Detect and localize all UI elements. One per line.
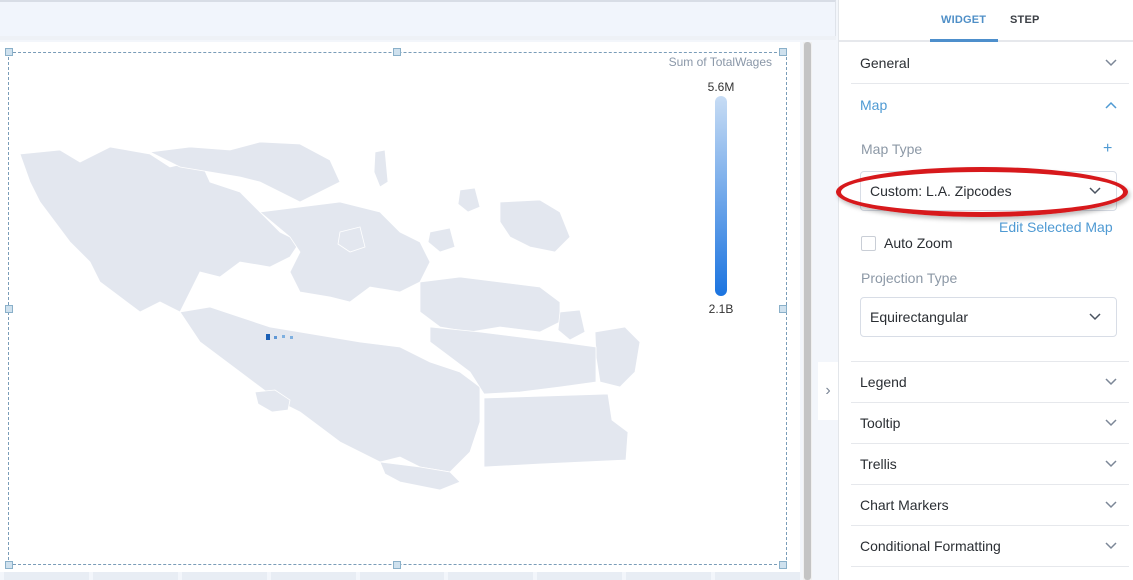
canvas-top-divider <box>0 36 836 40</box>
chevron-down-icon <box>1105 540 1117 552</box>
legend-color-scale <box>715 96 727 296</box>
chevron-down-icon <box>1089 185 1101 197</box>
legend-title: Sum of TotalWages <box>668 55 772 69</box>
panel-tabs: WIDGET STEP <box>839 0 1133 42</box>
map-type-select[interactable]: Custom: L.A. Zipcodes <box>860 171 1117 211</box>
resize-handle-top-center[interactable] <box>393 48 401 56</box>
auto-zoom-checkbox[interactable] <box>861 236 876 251</box>
map-type-value: Custom: L.A. Zipcodes <box>870 183 1012 199</box>
section-label: Chart Markers <box>860 497 949 513</box>
section-tooltip[interactable]: Tooltip <box>851 403 1129 444</box>
legend-min-label: 2.1B <box>708 302 734 316</box>
section-conditional-formatting[interactable]: Conditional Formatting <box>851 526 1129 567</box>
chevron-up-icon <box>1105 99 1117 111</box>
resize-handle-bottom-left[interactable] <box>5 561 13 569</box>
projection-type-select[interactable]: Equirectangular <box>860 297 1117 337</box>
chevron-down-icon <box>1089 311 1101 323</box>
scrollbar-thumb[interactable] <box>804 42 811 580</box>
collapse-panel-button[interactable]: › <box>818 362 838 420</box>
section-label: Tooltip <box>860 415 901 431</box>
map-type-label: Map Type <box>861 141 923 157</box>
resize-handle-top-left[interactable] <box>5 48 13 56</box>
chevron-right-icon: › <box>825 382 831 399</box>
tab-step[interactable]: STEP <box>1010 14 1040 26</box>
app-root: Sum of TotalWages 5.6M 2.1B › WIDGET STE… <box>0 0 1133 580</box>
section-general[interactable]: General <box>851 43 1129 84</box>
canvas-scrollbar[interactable] <box>803 42 812 580</box>
section-map[interactable]: Map <box>851 84 1129 125</box>
edit-selected-map-link[interactable]: Edit Selected Map <box>999 219 1113 235</box>
section-label: Legend <box>860 374 907 390</box>
canvas-top-strip <box>0 0 836 36</box>
chevron-down-icon <box>1105 57 1117 69</box>
resize-handle-middle-left[interactable] <box>5 305 13 313</box>
resize-handle-bottom-center[interactable] <box>393 561 401 569</box>
section-label: Trellis <box>860 456 897 472</box>
chevron-down-icon <box>1105 458 1117 470</box>
canvas-bottom-tiles <box>0 572 801 580</box>
legend-max-label: 5.6M <box>707 80 735 94</box>
section-legend[interactable]: Legend <box>851 362 1129 403</box>
active-tab-indicator <box>930 39 998 42</box>
auto-zoom-label[interactable]: Auto Zoom <box>884 235 952 251</box>
chevron-down-icon <box>1105 417 1117 429</box>
section-trellis[interactable]: Trellis <box>851 444 1129 485</box>
chevron-down-icon <box>1105 376 1117 388</box>
resize-handle-middle-right[interactable] <box>779 305 787 313</box>
section-label: Map <box>860 96 888 113</box>
plus-icon[interactable]: + <box>1103 140 1112 158</box>
section-label: General <box>860 55 910 71</box>
section-chart-markers[interactable]: Chart Markers <box>851 485 1129 526</box>
widget-selection-outline <box>8 52 787 565</box>
projection-type-label: Projection Type <box>861 270 958 286</box>
tab-widget[interactable]: WIDGET <box>941 14 986 26</box>
dashboard-canvas: Sum of TotalWages 5.6M 2.1B › <box>0 0 838 580</box>
resize-handle-bottom-right[interactable] <box>779 561 787 569</box>
projection-type-value: Equirectangular <box>870 309 969 325</box>
chevron-down-icon <box>1105 499 1117 511</box>
section-label: Conditional Formatting <box>860 538 1001 554</box>
resize-handle-top-right[interactable] <box>779 48 787 56</box>
properties-panel: WIDGET STEP General Map Map Type + Custo… <box>836 0 1133 580</box>
